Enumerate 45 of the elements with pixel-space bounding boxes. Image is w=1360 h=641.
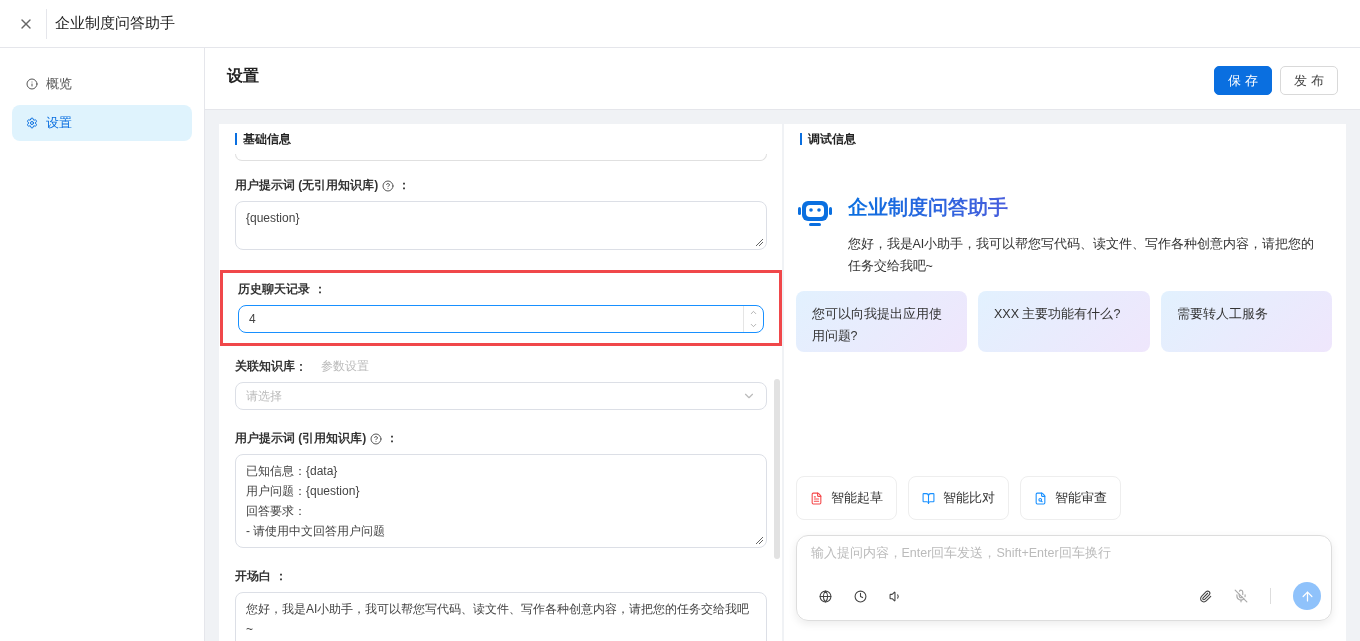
resize-handle-icon[interactable] bbox=[754, 536, 763, 544]
publish-button[interactable]: 发 布 bbox=[1280, 66, 1338, 95]
help-icon[interactable] bbox=[382, 179, 395, 192]
field-label: 历史聊天记录 bbox=[238, 281, 310, 298]
help-icon[interactable] bbox=[370, 432, 383, 445]
label-colon: ： bbox=[314, 281, 326, 298]
tool-button[interactable]: 智能起草 bbox=[795, 476, 897, 520]
document-icon bbox=[809, 491, 823, 505]
field-label: 用户提示词 (无引用知识库) bbox=[235, 177, 379, 194]
suggestion-card[interactable]: XXX 主要功能有什么? bbox=[978, 291, 1150, 352]
text-area[interactable]: {question} bbox=[235, 201, 767, 250]
book-icon bbox=[921, 491, 935, 505]
label-colon: ： bbox=[398, 177, 411, 194]
label-colon: : bbox=[299, 359, 303, 374]
clock-icon[interactable] bbox=[853, 589, 867, 603]
text-area[interactable]: 您好，我是AI小助手，我可以帮您写代码、读文件、写作各种创意内容，请把您的任务交给我吧~ bbox=[235, 592, 767, 641]
section-title: 调试信息 bbox=[807, 130, 856, 148]
section-title: 基础信息 bbox=[243, 130, 291, 148]
resize-handle-icon[interactable] bbox=[754, 238, 763, 246]
greeting-text: 您好，我是AI小助手，我可以帮您写代码、读文件、写作各种创意内容，请把您的任务交给我吧~ bbox=[847, 236, 1316, 275]
info-icon bbox=[26, 78, 38, 90]
tool-button[interactable]: 智能审查 bbox=[1019, 476, 1121, 520]
tool-button[interactable]: 智能比对 bbox=[907, 476, 1009, 520]
scrollbar[interactable] bbox=[773, 379, 780, 559]
field-label: 开场白 bbox=[235, 568, 271, 585]
mic-off-icon[interactable] bbox=[1234, 589, 1248, 603]
field-label: 关联知识库 bbox=[235, 358, 295, 375]
message-input[interactable]: 输入提问内容，Enter回车发送，Shift+Enter回车换行 bbox=[810, 546, 1321, 560]
label-colon: ： bbox=[386, 430, 399, 447]
field-label: 用户提示词 (引用知识库) bbox=[235, 430, 367, 447]
document-search-icon bbox=[1033, 491, 1047, 505]
sidebar-item[interactable]: 概览 bbox=[12, 66, 192, 102]
robot-icon bbox=[797, 198, 832, 228]
gear-icon bbox=[26, 117, 38, 129]
window-title: 企业制度问答助手 bbox=[55, 14, 175, 33]
text-area[interactable]: 已知信息：{data} 用户问题：{question} 回答要求： - 请使用中文回答用户问题 bbox=[235, 454, 767, 548]
label-colon: ： bbox=[275, 568, 287, 585]
page-title: 设置 bbox=[227, 66, 259, 86]
suggestion-card[interactable]: 您可以向我提出应用使用问题? bbox=[795, 291, 967, 352]
save-button[interactable]: 保 存 bbox=[1214, 66, 1272, 95]
globe-icon[interactable] bbox=[818, 589, 832, 603]
sidebar-item[interactable]: 设置 bbox=[12, 105, 192, 141]
suggestion-card[interactable]: 需要转人工服务 bbox=[1160, 291, 1332, 352]
attachment-icon[interactable] bbox=[1199, 589, 1212, 603]
speaker-icon[interactable] bbox=[888, 589, 902, 603]
